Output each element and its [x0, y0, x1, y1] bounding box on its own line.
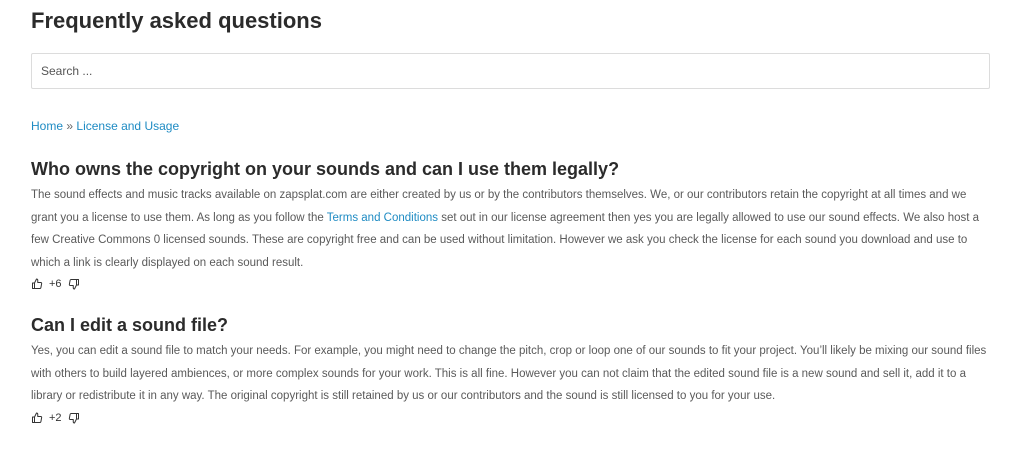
thumbs-down-icon[interactable] — [68, 412, 80, 424]
breadcrumb: Home » License and Usage — [31, 118, 992, 134]
faq-answer: The sound effects and music tracks avail… — [31, 184, 993, 274]
vote-bar: +6 — [31, 278, 992, 290]
faq-item: Who owns the copyright on your sounds an… — [31, 158, 992, 290]
faq-answer: Yes, you can edit a sound file to match … — [31, 345, 987, 402]
faq-question: Can I edit a sound file? — [31, 315, 229, 335]
faq-item: Can I edit a sound file? Yes, you can ed… — [31, 314, 992, 424]
vote-count: +2 — [49, 411, 62, 424]
breadcrumb-home-link[interactable]: Home — [31, 119, 63, 133]
search-input[interactable] — [32, 54, 989, 88]
breadcrumb-separator: » — [66, 119, 74, 133]
faq-question: Who owns the copyright on your sounds an… — [31, 159, 620, 179]
vote-count: +6 — [49, 278, 62, 290]
thumbs-down-icon[interactable] — [68, 278, 80, 290]
search-box[interactable] — [31, 53, 990, 89]
page-title: Frequently asked questions — [31, 8, 322, 33]
breadcrumb-current-link[interactable]: License and Usage — [76, 119, 179, 133]
thumbs-up-icon[interactable] — [31, 412, 43, 424]
vote-bar: +2 — [31, 412, 992, 424]
thumbs-up-icon[interactable] — [31, 278, 43, 290]
faq-page: Frequently asked questions Home » Licens… — [0, 0, 1024, 424]
terms-and-conditions-link[interactable]: Terms and Conditions — [327, 212, 438, 224]
